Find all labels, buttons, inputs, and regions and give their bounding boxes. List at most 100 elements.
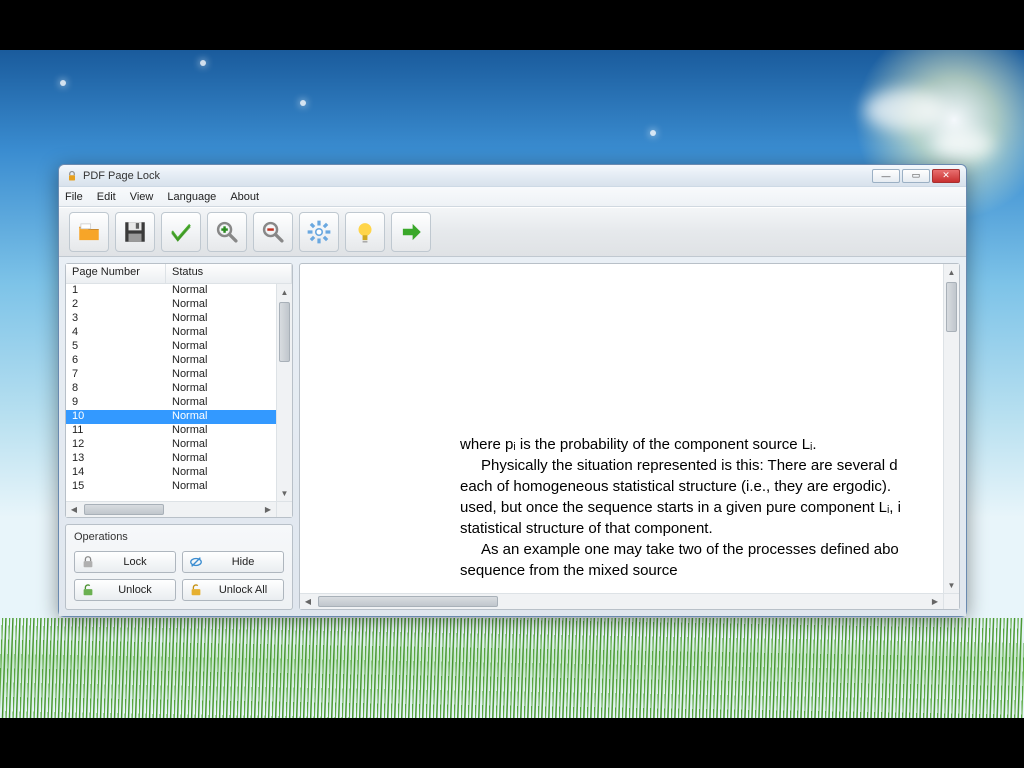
- cell-page-number: 14: [66, 466, 166, 480]
- doc-line: Physically the situation represented is …: [460, 455, 943, 476]
- hint-button[interactable]: [345, 212, 385, 252]
- cell-status: Normal: [166, 326, 276, 340]
- table-row[interactable]: 7Normal: [66, 368, 276, 382]
- minimize-button[interactable]: —: [872, 169, 900, 183]
- toolbar: [59, 207, 966, 257]
- scroll-left-icon[interactable]: ◀: [66, 502, 82, 517]
- menu-view[interactable]: View: [130, 191, 154, 203]
- scroll-down-icon[interactable]: ▼: [277, 485, 292, 501]
- table-row[interactable]: 9Normal: [66, 396, 276, 410]
- unlock-all-button[interactable]: Unlock All: [182, 579, 284, 601]
- go-button[interactable]: [391, 212, 431, 252]
- cell-page-number: 15: [66, 480, 166, 494]
- page-list-header[interactable]: Page Number Status: [66, 264, 292, 284]
- preview-hscroll[interactable]: ◀ ▶: [300, 593, 943, 609]
- page-list[interactable]: Page Number Status 1Normal2Normal3Normal…: [65, 263, 293, 518]
- table-row[interactable]: 8Normal: [66, 382, 276, 396]
- cell-status: Normal: [166, 312, 276, 326]
- menu-edit[interactable]: Edit: [97, 191, 116, 203]
- cell-status: Normal: [166, 480, 276, 494]
- lock-button[interactable]: Lock: [74, 551, 176, 573]
- scroll-down-icon[interactable]: ▼: [944, 577, 959, 593]
- col-page-number[interactable]: Page Number: [66, 264, 166, 283]
- menu-bar: File Edit View Language About: [59, 187, 966, 207]
- unlock-label: Unlock: [101, 584, 169, 596]
- zoom-in-button[interactable]: [207, 212, 247, 252]
- cell-status: Normal: [166, 284, 276, 298]
- hide-label: Hide: [209, 556, 277, 568]
- hide-button[interactable]: Hide: [182, 551, 284, 573]
- lock-label: Lock: [101, 556, 169, 568]
- cell-status: Normal: [166, 452, 276, 466]
- table-row[interactable]: 4Normal: [66, 326, 276, 340]
- table-row[interactable]: 2Normal: [66, 298, 276, 312]
- unlock-button[interactable]: Unlock: [74, 579, 176, 601]
- app-icon: [65, 169, 79, 183]
- table-row[interactable]: 5Normal: [66, 340, 276, 354]
- doc-line: where pᵢ is the probability of the compo…: [460, 434, 943, 455]
- scroll-thumb[interactable]: [84, 504, 164, 515]
- close-button[interactable]: ✕: [932, 169, 960, 183]
- scroll-right-icon[interactable]: ▶: [260, 502, 276, 517]
- preview-vscroll[interactable]: ▲ ▼: [943, 264, 959, 593]
- cell-page-number: 12: [66, 438, 166, 452]
- cell-status: Normal: [166, 466, 276, 480]
- page-list-hscroll[interactable]: ◀ ▶: [66, 501, 276, 517]
- scroll-thumb[interactable]: [946, 282, 957, 332]
- zoom-out-button[interactable]: [253, 212, 293, 252]
- scroll-up-icon[interactable]: ▲: [944, 264, 959, 280]
- maximize-button[interactable]: ▭: [902, 169, 930, 183]
- table-row[interactable]: 13Normal: [66, 452, 276, 466]
- scroll-up-icon[interactable]: ▲: [277, 284, 292, 300]
- scroll-corner: [943, 593, 959, 609]
- hide-icon: [189, 555, 203, 569]
- unlock-all-icon: [189, 583, 203, 597]
- doc-line: each of homogeneous statistical structur…: [460, 476, 943, 497]
- table-row[interactable]: 12Normal: [66, 438, 276, 452]
- cell-page-number: 11: [66, 424, 166, 438]
- cell-page-number: 3: [66, 312, 166, 326]
- save-button[interactable]: [115, 212, 155, 252]
- unlock-icon: [81, 583, 95, 597]
- cloud: [934, 130, 994, 160]
- scroll-right-icon[interactable]: ▶: [927, 594, 943, 609]
- menu-file[interactable]: File: [65, 191, 83, 203]
- menu-about[interactable]: About: [230, 191, 259, 203]
- col-status[interactable]: Status: [166, 264, 292, 283]
- cell-page-number: 5: [66, 340, 166, 354]
- app-window: PDF Page Lock — ▭ ✕ File Edit View Langu…: [58, 164, 967, 617]
- cell-status: Normal: [166, 382, 276, 396]
- cell-status: Normal: [166, 354, 276, 368]
- doc-line: used, but once the sequence starts in a …: [460, 497, 943, 518]
- cell-status: Normal: [166, 438, 276, 452]
- apply-button[interactable]: [161, 212, 201, 252]
- cell-status: Normal: [166, 396, 276, 410]
- table-row[interactable]: 15Normal: [66, 480, 276, 494]
- open-button[interactable]: [69, 212, 109, 252]
- menu-language[interactable]: Language: [167, 191, 216, 203]
- lock-icon: [81, 555, 95, 569]
- scroll-thumb[interactable]: [318, 596, 498, 607]
- titlebar[interactable]: PDF Page Lock — ▭ ✕: [59, 165, 966, 187]
- table-row[interactable]: 10Normal: [66, 410, 276, 424]
- table-row[interactable]: 14Normal: [66, 466, 276, 480]
- cell-page-number: 13: [66, 452, 166, 466]
- scroll-thumb[interactable]: [279, 302, 290, 362]
- scroll-left-icon[interactable]: ◀: [300, 594, 316, 609]
- cell-status: Normal: [166, 424, 276, 438]
- operations-panel: Operations Lock Hide Unlock: [65, 524, 293, 610]
- cloud: [864, 90, 944, 130]
- settings-button[interactable]: [299, 212, 339, 252]
- page-list-vscroll[interactable]: ▲ ▼: [276, 284, 292, 501]
- table-row[interactable]: 6Normal: [66, 354, 276, 368]
- sparkle: [300, 100, 306, 106]
- pdf-preview[interactable]: where pᵢ is the probability of the compo…: [299, 263, 960, 610]
- cell-status: Normal: [166, 368, 276, 382]
- table-row[interactable]: 1Normal: [66, 284, 276, 298]
- cell-page-number: 10: [66, 410, 166, 424]
- table-row[interactable]: 11Normal: [66, 424, 276, 438]
- table-row[interactable]: 3Normal: [66, 312, 276, 326]
- document-content: where pᵢ is the probability of the compo…: [460, 434, 943, 581]
- cell-page-number: 6: [66, 354, 166, 368]
- window-title: PDF Page Lock: [83, 170, 160, 182]
